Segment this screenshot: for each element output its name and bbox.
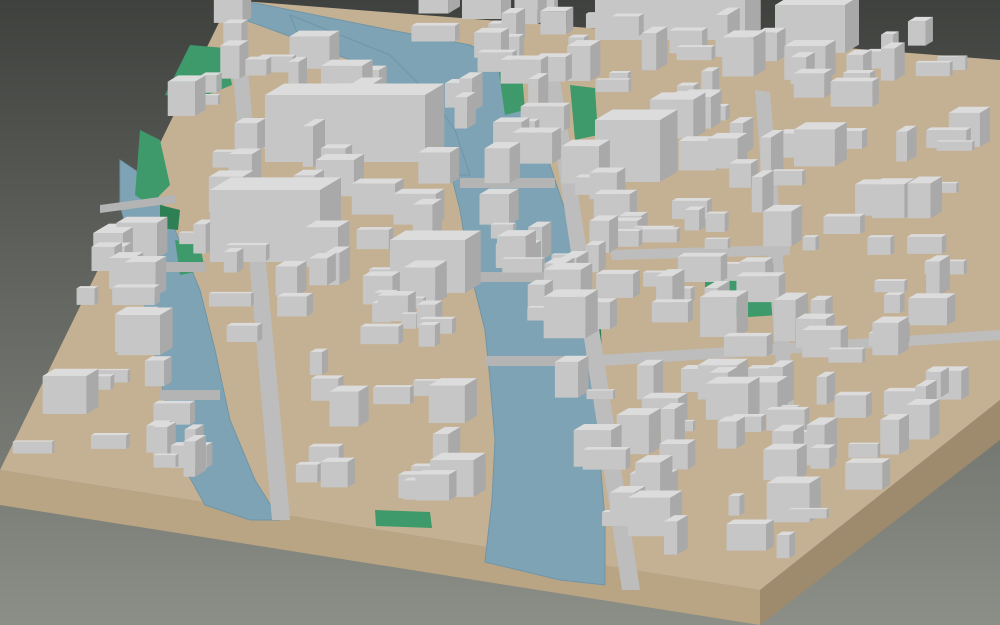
building <box>684 206 705 231</box>
building <box>793 68 833 98</box>
building <box>12 440 55 454</box>
building <box>845 458 891 490</box>
city-3d-model-viewport[interactable] <box>0 0 1000 625</box>
building <box>418 147 460 184</box>
building <box>112 284 160 306</box>
building <box>823 213 865 234</box>
building <box>705 376 760 420</box>
building <box>728 493 745 516</box>
building <box>373 385 414 405</box>
building <box>401 312 419 329</box>
building <box>907 176 943 219</box>
building <box>42 368 99 415</box>
building <box>896 125 917 162</box>
building <box>722 30 766 77</box>
building <box>484 142 521 184</box>
building <box>867 235 895 255</box>
building <box>309 348 328 375</box>
building <box>700 290 749 338</box>
building <box>320 457 355 488</box>
building <box>144 356 172 387</box>
city-model-canvas[interactable] <box>0 0 1000 625</box>
building <box>874 279 908 293</box>
building <box>226 322 263 343</box>
building <box>908 293 956 326</box>
building <box>816 371 836 405</box>
building <box>763 443 807 481</box>
building <box>554 355 589 398</box>
building <box>220 40 249 79</box>
building <box>540 6 574 35</box>
building <box>872 316 909 356</box>
building <box>751 170 774 213</box>
building <box>717 416 745 449</box>
building <box>360 323 404 345</box>
building <box>208 291 254 307</box>
building <box>275 260 307 296</box>
building <box>810 444 836 469</box>
building <box>213 0 252 23</box>
building <box>277 292 313 317</box>
building <box>848 442 881 458</box>
building <box>234 118 266 152</box>
building <box>828 347 866 363</box>
building <box>411 22 460 42</box>
building <box>915 60 953 77</box>
building <box>936 140 975 151</box>
building <box>611 13 644 36</box>
building <box>76 286 99 305</box>
building <box>295 461 323 483</box>
building <box>567 40 601 81</box>
building <box>183 434 206 477</box>
building <box>802 235 820 251</box>
building <box>356 227 394 250</box>
building <box>726 519 774 551</box>
building <box>479 188 519 225</box>
building <box>834 391 872 418</box>
building <box>906 399 940 440</box>
building <box>651 299 693 323</box>
building <box>582 447 631 470</box>
building <box>789 507 829 519</box>
building <box>794 122 847 167</box>
building <box>543 289 598 339</box>
building <box>723 332 773 357</box>
building <box>763 204 803 247</box>
building <box>704 237 731 249</box>
building <box>705 211 729 232</box>
building <box>677 252 728 283</box>
building <box>660 402 685 445</box>
building <box>428 378 478 423</box>
building <box>830 77 879 107</box>
building <box>309 253 336 286</box>
building <box>907 16 933 46</box>
building <box>117 307 173 356</box>
building <box>415 470 457 501</box>
building <box>502 257 545 273</box>
building <box>167 75 206 117</box>
building <box>223 247 244 273</box>
building <box>265 83 445 162</box>
building <box>926 255 950 296</box>
building <box>595 78 632 92</box>
building <box>418 322 441 347</box>
building <box>676 45 716 61</box>
building <box>776 531 796 559</box>
building <box>880 42 905 81</box>
building <box>454 92 476 129</box>
building <box>153 453 179 468</box>
building <box>586 389 616 400</box>
building <box>245 56 272 76</box>
building <box>91 433 130 449</box>
building <box>663 515 688 555</box>
building <box>641 26 668 71</box>
building <box>329 385 369 427</box>
building <box>884 292 905 314</box>
building <box>771 169 806 186</box>
building <box>596 269 640 298</box>
building <box>640 227 681 243</box>
building <box>907 234 947 254</box>
building <box>880 413 910 455</box>
